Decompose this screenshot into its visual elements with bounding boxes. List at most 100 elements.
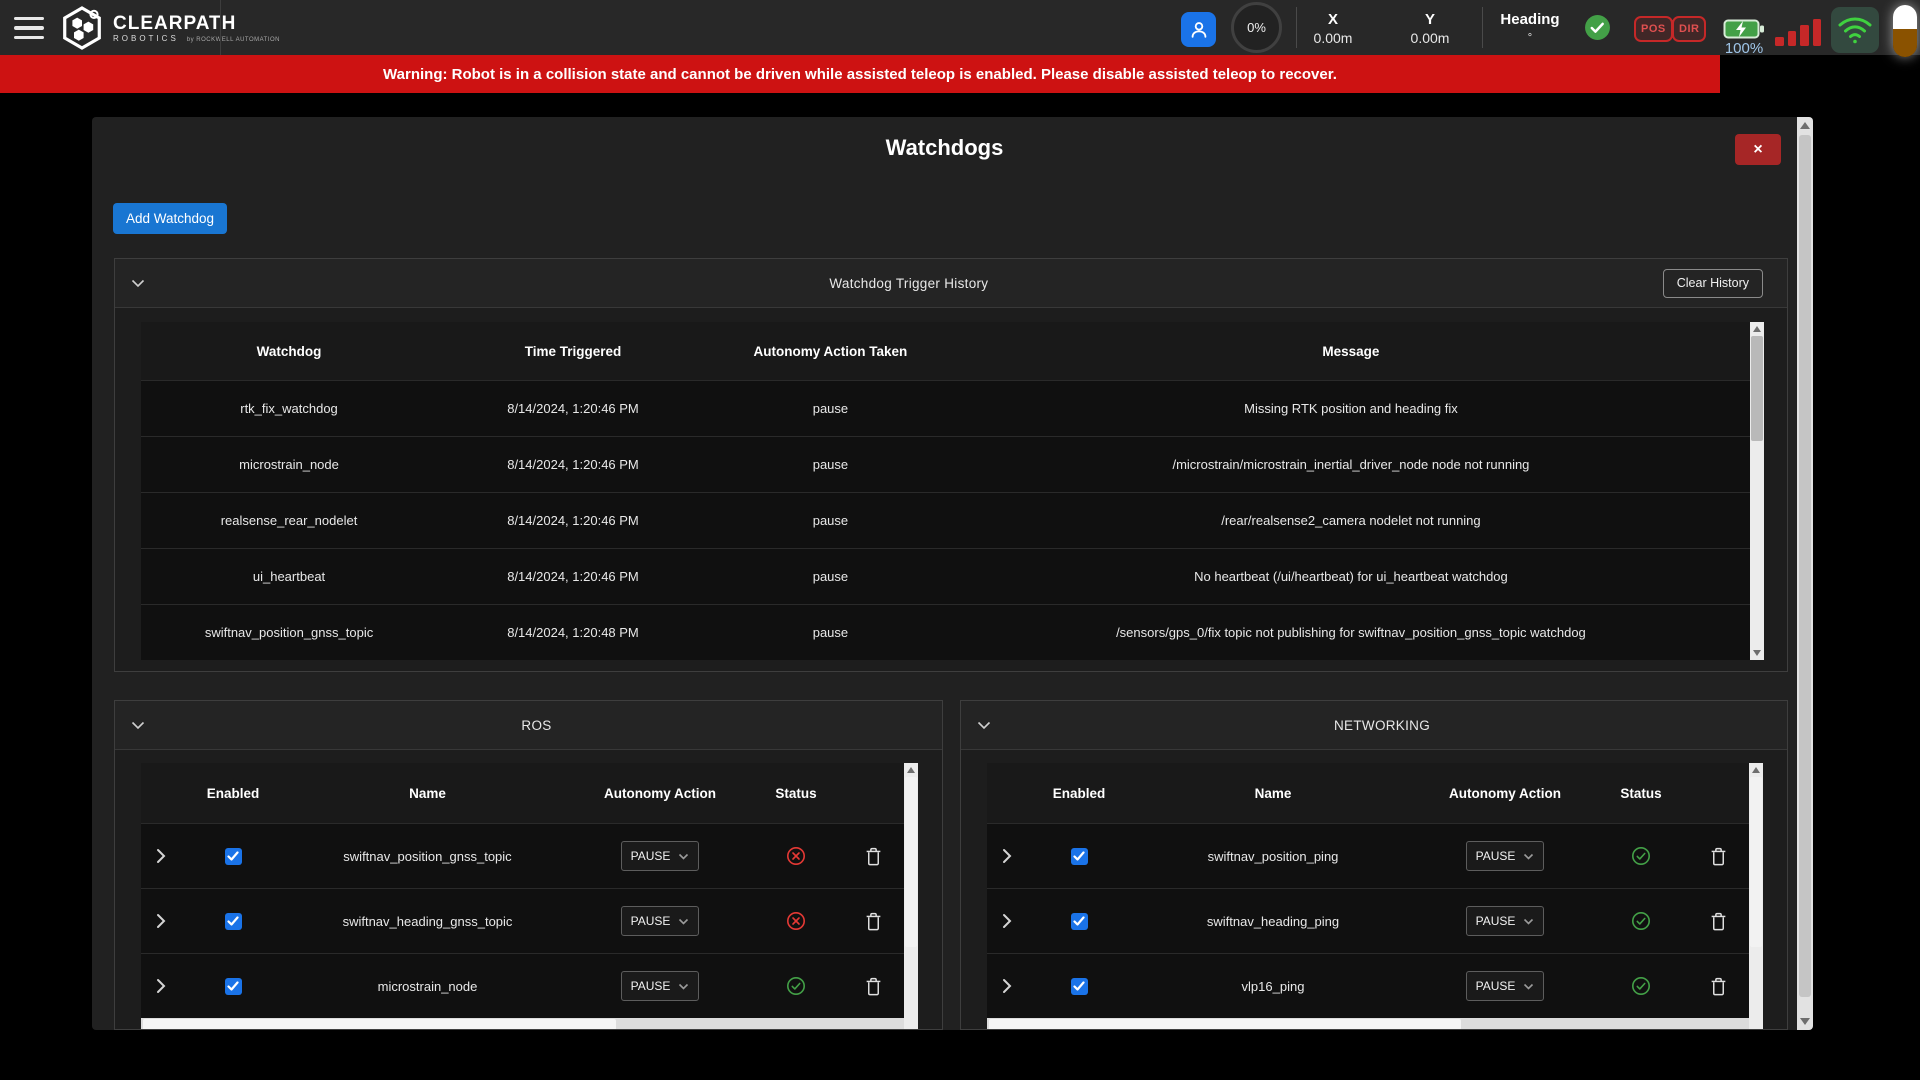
modal-scrollbar[interactable]	[1797, 117, 1813, 1030]
history-table-row: microstrain_node 8/14/2024, 1:20:46 PM p…	[141, 436, 1750, 492]
hexagon-logo-icon	[58, 4, 106, 52]
watchdog-name: swiftnav_heading_gnss_topic	[285, 914, 570, 929]
menu-icon[interactable]	[14, 13, 48, 43]
history-table: Watchdog Time Triggered Autonomy Action …	[141, 322, 1764, 660]
clear-history-button[interactable]: Clear History	[1663, 269, 1763, 298]
scrollbar-thumb[interactable]	[1799, 135, 1811, 997]
dir-badge: DIR	[1672, 16, 1706, 42]
ros-panel-title: ROS	[155, 718, 918, 733]
history-message-cell: Missing RTK position and heading fix	[952, 401, 1750, 416]
history-watchdog-cell: microstrain_node	[141, 457, 437, 472]
scrollbar-thumb[interactable]	[143, 1019, 616, 1030]
delete-watchdog-trash-icon[interactable]	[1708, 845, 1729, 868]
ros-table-scrollbar[interactable]	[904, 763, 918, 1030]
chevron-down-icon	[678, 983, 689, 990]
history-table-body: rtk_fix_watchdog 8/14/2024, 1:20:46 PM p…	[141, 380, 1750, 660]
warning-text: Warning: Robot is in a collision state a…	[383, 66, 1337, 83]
history-message-cell: /rear/realsense2_camera nodelet not runn…	[952, 513, 1750, 528]
expand-row-chevron-right-icon[interactable]	[998, 976, 1016, 996]
autonomy-action-select[interactable]: PAUSE	[621, 841, 700, 871]
heading-value: °	[1528, 29, 1532, 47]
scrollbar-thumb[interactable]	[905, 777, 917, 947]
scroll-up-icon[interactable]	[1800, 122, 1810, 129]
history-watchdog-cell: swiftnav_position_gnss_topic	[141, 625, 437, 640]
autonomy-action-value: PAUSE	[631, 849, 671, 863]
scroll-up-icon[interactable]	[1752, 767, 1760, 773]
watchdog-row: swiftnav_heading_ping PAUSE	[987, 888, 1749, 953]
delete-watchdog-trash-icon[interactable]	[863, 975, 884, 998]
autonomy-action-select[interactable]: PAUSE	[1466, 971, 1545, 1001]
brand-sub: ROBOTICS	[113, 34, 179, 43]
status-icon	[786, 846, 806, 866]
scroll-down-icon[interactable]	[1753, 650, 1761, 656]
collapse-chevron-down-icon[interactable]	[131, 721, 155, 730]
screen: CLEARPATH ROBOTICS by ROCKWELL AUTOMATIO…	[0, 0, 1920, 1080]
scroll-down-icon[interactable]	[1800, 1018, 1810, 1025]
history-watchdog-cell: realsense_rear_nodelet	[141, 513, 437, 528]
history-watchdog-cell: rtk_fix_watchdog	[141, 401, 437, 416]
history-table-scrollbar[interactable]	[1750, 322, 1764, 660]
expand-row-chevron-right-icon[interactable]	[152, 846, 170, 866]
autonomy-action-select[interactable]: PAUSE	[621, 906, 700, 936]
add-watchdog-button[interactable]: Add Watchdog	[113, 203, 227, 234]
expand-row-chevron-right-icon[interactable]	[152, 976, 170, 996]
collapse-chevron-down-icon[interactable]	[977, 721, 1001, 730]
expand-row-chevron-right-icon[interactable]	[152, 911, 170, 931]
ros-panel-header: ROS	[115, 701, 942, 750]
delete-watchdog-trash-icon[interactable]	[863, 845, 884, 868]
scroll-up-icon[interactable]	[1753, 326, 1761, 332]
x-label: X	[1328, 10, 1338, 29]
scrollbar-thumb[interactable]	[1751, 336, 1763, 441]
history-action-cell: pause	[709, 457, 952, 472]
scrollbar-thumb[interactable]	[989, 1019, 1461, 1030]
pos-badge: POS	[1634, 16, 1673, 42]
chevron-down-icon	[678, 918, 689, 925]
status-icon	[1631, 911, 1651, 931]
enabled-checkbox[interactable]	[1071, 848, 1088, 865]
networking-table-scrollbar[interactable]	[1749, 763, 1763, 1030]
history-time-cell: 8/14/2024, 1:20:46 PM	[437, 457, 709, 472]
enabled-checkbox[interactable]	[225, 978, 242, 995]
ros-panel: ROS Enabled Name Autonomy Action Status	[114, 700, 943, 1030]
chevron-down-icon	[1523, 853, 1534, 860]
autonomy-action-select[interactable]: PAUSE	[1466, 841, 1545, 871]
enabled-checkbox[interactable]	[225, 913, 242, 930]
autonomy-action-select[interactable]: PAUSE	[621, 971, 700, 1001]
history-watchdog-cell: ui_heartbeat	[141, 569, 437, 584]
scrollbar-thumb[interactable]	[1750, 777, 1762, 947]
history-action-cell: pause	[709, 625, 952, 640]
history-panel: Watchdog Trigger History Clear History W…	[114, 258, 1788, 672]
collision-warning-banner: Warning: Robot is in a collision state a…	[0, 55, 1720, 93]
close-button[interactable]: ×	[1735, 134, 1781, 165]
history-time-cell: 8/14/2024, 1:20:46 PM	[437, 401, 709, 416]
autonomy-action-select[interactable]: PAUSE	[1466, 906, 1545, 936]
topbar-divider	[1482, 7, 1483, 48]
enabled-checkbox[interactable]	[225, 848, 242, 865]
column-header-status: Status	[750, 786, 842, 801]
battery-percent: 100%	[1713, 40, 1775, 57]
networking-panel-header: NETWORKING	[961, 701, 1787, 750]
heading-label: Heading	[1500, 10, 1559, 29]
heading-indicator: Heading °	[1488, 7, 1572, 49]
wifi-icon[interactable]	[1831, 7, 1879, 53]
collapse-chevron-down-icon[interactable]	[131, 279, 155, 288]
delete-watchdog-trash-icon[interactable]	[1708, 975, 1729, 998]
autonomy-action-value: PAUSE	[631, 914, 671, 928]
expand-row-chevron-right-icon[interactable]	[998, 911, 1016, 931]
enabled-checkbox[interactable]	[1071, 978, 1088, 995]
history-action-cell: pause	[709, 569, 952, 584]
watchdog-name: swiftnav_position_gnss_topic	[285, 849, 570, 864]
networking-table: Enabled Name Autonomy Action Status swif…	[987, 763, 1763, 1030]
autonomy-action-value: PAUSE	[1476, 849, 1516, 863]
delete-watchdog-trash-icon[interactable]	[863, 910, 884, 933]
scroll-up-icon[interactable]	[907, 767, 915, 773]
delete-watchdog-trash-icon[interactable]	[1708, 910, 1729, 933]
history-message-cell: /sensors/gps_0/fix topic not publishing …	[952, 625, 1750, 640]
modal-title: Watchdogs	[92, 135, 1797, 161]
autonomy-action-value: PAUSE	[631, 979, 671, 993]
ros-table-horizontal-scrollbar[interactable]	[141, 1018, 904, 1030]
networking-table-horizontal-scrollbar[interactable]	[987, 1018, 1749, 1030]
enabled-checkbox[interactable]	[1071, 913, 1088, 930]
user-icon[interactable]	[1181, 12, 1216, 47]
expand-row-chevron-right-icon[interactable]	[998, 846, 1016, 866]
